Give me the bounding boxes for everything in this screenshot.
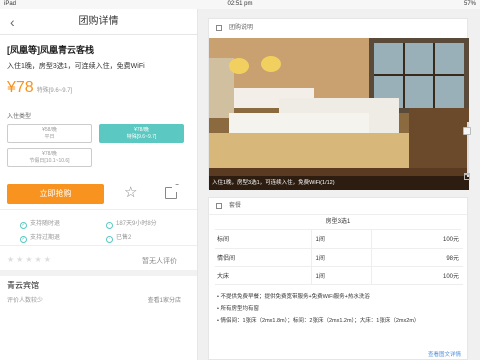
price-block: ¥78 特殊[9.6~9.7] bbox=[0, 71, 197, 101]
room-qty: 1间 bbox=[310, 248, 371, 267]
room-price: 100元 bbox=[370, 266, 463, 285]
package-title: 套餐 bbox=[229, 203, 242, 209]
option-label: 特殊[9.6~9.7] bbox=[126, 134, 157, 140]
room-name: 标间 bbox=[215, 230, 311, 249]
note-breakfast: • 不提供免费早餐；提供免费宽带服务+免费WiFi服务+热水洗浴 bbox=[217, 293, 370, 300]
description-card: 团购说明 入住1晚，房型3选1，可连续入住，免费WiFi(1/12) bbox=[208, 18, 469, 190]
room-qty: 1间 bbox=[310, 230, 371, 249]
package-card: 套餐 房型3选1 标间 1间 100元 情侣间 1间 98元 大床 1间 100… bbox=[208, 197, 468, 360]
hotel-review-text: 评价人数较少 bbox=[7, 298, 44, 304]
room-table: 标间 1间 100元 情侣间 1间 98元 大床 1间 100元 bbox=[215, 230, 463, 285]
feature-text: 支持随时退 bbox=[30, 221, 61, 227]
page-title: 团购详情 bbox=[78, 16, 119, 27]
feature-text: 187天9小时8分 bbox=[116, 221, 157, 227]
option-label: 节假日[10.1~10.6] bbox=[29, 158, 70, 164]
room-name: 大床 bbox=[215, 266, 311, 285]
option-price: ¥58/晚 bbox=[42, 127, 57, 133]
status-bar: iPad 02:51 pm 57% bbox=[0, 0, 480, 9]
price: ¥78 bbox=[7, 79, 34, 96]
features-block: ✓ 支持随时退 · 187天9小时8分 ✓ 支持过期退 · 已售2 bbox=[0, 210, 197, 246]
room-option-special[interactable]: ¥78/晚 特殊[9.6~9.7] bbox=[99, 124, 184, 143]
feature-countdown: · 187天9小时8分 bbox=[106, 218, 157, 229]
description-panel: 团购说明 入住1晚，房型3选1，可连续入住，免费WiFi(1/12) 套餐 房型… bbox=[198, 9, 480, 360]
hotel-name[interactable]: 青云宾馆 bbox=[0, 276, 197, 291]
rating-stars-icon: ★★★★★ bbox=[7, 255, 53, 264]
user-icon: · bbox=[106, 236, 113, 243]
reviews-row[interactable]: ★★★★★ 暂无人评价 bbox=[0, 246, 197, 276]
table-row: 标间 1间 100元 bbox=[215, 230, 463, 249]
package-header: 套餐 bbox=[209, 198, 467, 215]
feature-sold-count: · 已售2 bbox=[106, 232, 131, 243]
section-icon bbox=[216, 25, 222, 31]
hotel-review-row: 评价人数较少 查看1家分店 bbox=[0, 291, 197, 308]
page-icon[interactable] bbox=[463, 127, 471, 135]
buy-now-button[interactable]: 立即抢购 bbox=[7, 184, 104, 204]
option-price: ¥78/晚 bbox=[134, 127, 149, 133]
nav-bar: ‹ 团购详情 bbox=[0, 9, 197, 35]
clock-icon: · bbox=[106, 222, 113, 229]
product-title: [凤凰等]凤凰青云客栈 bbox=[7, 45, 94, 55]
note-windows: • 所有房型均有窗 bbox=[217, 305, 259, 312]
package-icon bbox=[216, 203, 222, 209]
detail-panel: ‹ 团购详情 [凤凰等]凤凰青云客栈 入住1晚，房型3选1，可连续入住，免费Wi… bbox=[0, 9, 198, 360]
share-icon[interactable]: ↗ bbox=[165, 183, 180, 199]
check-circle-icon: ✓ bbox=[20, 236, 27, 243]
package-notes: • 不提供免费早餐；提供免费宽带服务+免费WiFi服务+热水洗浴 • 所有房型均… bbox=[209, 285, 467, 325]
trash-icon[interactable] bbox=[464, 173, 470, 180]
no-reviews-text: 暂无人评价 bbox=[142, 258, 177, 265]
room-price: 98元 bbox=[370, 248, 463, 267]
room-option-holiday[interactable]: ¥78/晚 节假日[10.1~10.6] bbox=[7, 148, 92, 167]
room-name: 情侣间 bbox=[215, 248, 311, 267]
favorite-star-icon[interactable]: ☆ bbox=[124, 183, 137, 203]
action-bar: 立即抢购 ☆ ↗ bbox=[0, 183, 197, 210]
section-title: 团购说明 bbox=[229, 25, 254, 31]
note-beds: • 情侣间：1张床（2mx1.8m）；标间：2张床（2mx1.2m）；大床：1张… bbox=[217, 317, 420, 324]
feature-expired-refund: ✓ 支持过期退 bbox=[20, 232, 60, 243]
table-row: 情侣间 1间 98元 bbox=[215, 248, 463, 267]
room-type-options: ¥58/晚 平日 ¥78/晚 特殊[9.6~9.7] ¥78/晚 节假日[10.… bbox=[0, 124, 197, 174]
all-branches-link[interactable]: 查看1家分店 bbox=[148, 295, 181, 304]
room-photo[interactable]: 入住1晚，房型3选1，可连续入住，免费WiFi(1/12) bbox=[209, 38, 469, 190]
feature-text: 支持过期退 bbox=[30, 235, 61, 241]
room-choice-header: 房型3选1 bbox=[215, 215, 461, 230]
photo-caption: 入住1晚，房型3选1，可连续入住，免费WiFi(1/12) bbox=[209, 176, 469, 190]
option-label: 平日 bbox=[44, 134, 55, 140]
room-photo-image bbox=[209, 38, 469, 190]
room-price: 100元 bbox=[370, 230, 463, 249]
table-row: 大床 1间 100元 bbox=[215, 266, 463, 285]
price-note: 特殊[9.6~9.7] bbox=[36, 88, 73, 94]
check-circle-icon: ✓ bbox=[20, 222, 27, 229]
status-time: 02:51 pm bbox=[227, 1, 253, 7]
product-description: 入住1晚，房型3选1，可连续入住，免费WiFi bbox=[7, 63, 145, 70]
room-option-weekday[interactable]: ¥58/晚 平日 bbox=[7, 124, 92, 143]
feature-refund-anytime: ✓ 支持随时退 bbox=[20, 218, 60, 229]
more-details-link[interactable]: 查看图文详情 bbox=[428, 350, 461, 358]
room-type-label: 入住类型 bbox=[7, 114, 32, 120]
feature-text: 已售2 bbox=[116, 235, 132, 241]
battery-level: 57% bbox=[463, 1, 476, 7]
option-price: ¥78/晚 bbox=[42, 151, 57, 157]
section-header: 团购说明 bbox=[209, 19, 467, 37]
room-qty: 1间 bbox=[310, 266, 371, 285]
